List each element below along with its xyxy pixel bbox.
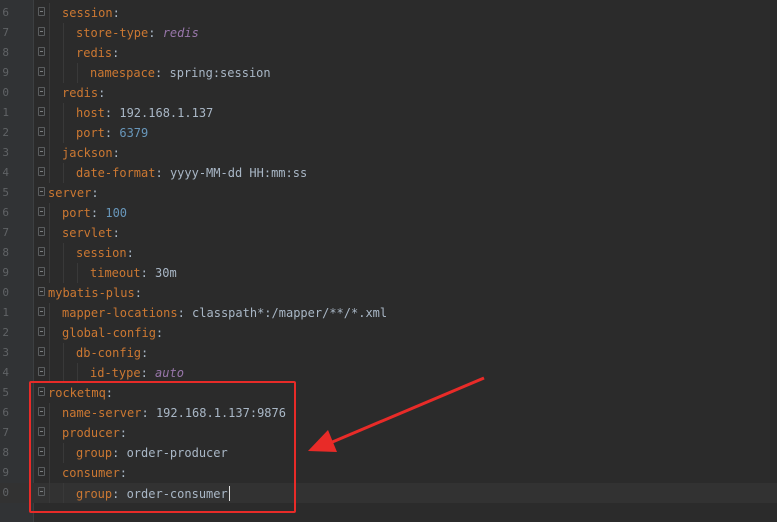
annotation-arrow [308,376,485,452]
